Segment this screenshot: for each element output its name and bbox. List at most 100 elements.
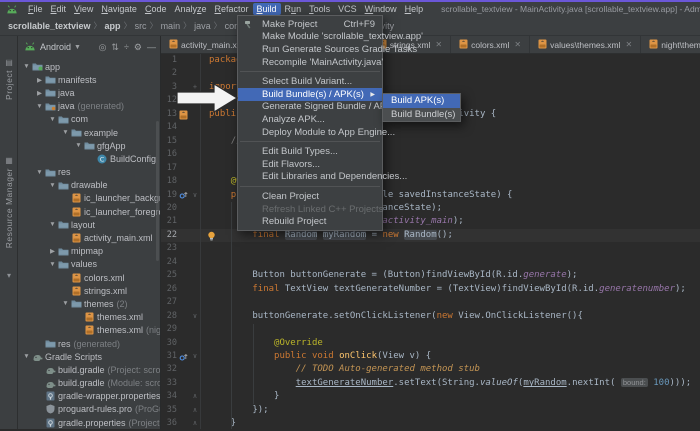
chevron-down-icon[interactable]: ▼ <box>35 103 44 110</box>
menu-item-run-generate-sources-gradle-tasks[interactable]: Run Generate Sources Gradle Tasks <box>238 43 417 56</box>
chevron-down-icon[interactable]: ▼ <box>61 129 70 136</box>
chevron-down-icon[interactable]: ▼ <box>48 116 57 123</box>
code-line[interactable]: 24 <box>161 255 700 270</box>
tree-item-mipmap[interactable]: ▶ mipmap <box>18 245 160 258</box>
menubar-item-edit[interactable]: Edit <box>47 3 71 15</box>
chevron-right-icon[interactable]: ▶ <box>48 247 57 255</box>
menubar-item-refactor[interactable]: Refactor <box>211 3 253 15</box>
tree-item-com[interactable]: ▼ com <box>18 113 160 126</box>
tree-item-ic-launcher-foreground-xml[interactable]: ic_launcher_foreground.xml <box>18 205 160 218</box>
overriding-method-icon[interactable] <box>177 190 190 200</box>
tree-item-themes-xml-night[interactable]: themes.xml(night) <box>18 324 160 337</box>
tree-scrollbar[interactable] <box>156 121 159 261</box>
close-tab-icon[interactable]: ✕ <box>625 40 632 49</box>
tree-item-themes-xml[interactable]: themes.xml <box>18 311 160 324</box>
code-line[interactable]: 28 ∨ buttonGenerate.setOnClickListener(ne… <box>161 309 700 324</box>
tree-item-themes-2[interactable]: ▼ themes (2) <box>18 297 160 310</box>
tree-item-build-gradle-module-scrollable-textview-app[interactable]: build.gradle(Module: scrollable_textview… <box>18 377 160 390</box>
code-line[interactable]: 33 textGenerateNumber.setText(String.val… <box>161 376 700 391</box>
tree-item-colors-xml[interactable]: colors.xml <box>18 271 160 284</box>
code-line[interactable]: 25 Button buttonGenerate = (Button)findV… <box>161 269 700 283</box>
breadcrumb-item-java[interactable]: java <box>194 21 211 31</box>
tree-item-gradle-properties-project-properties[interactable]: gradle.properties(Project Properties) <box>18 416 160 429</box>
tree-item-values[interactable]: ▼ values <box>18 258 160 271</box>
fold-marker-icon[interactable]: ∨ <box>190 350 200 363</box>
tree-item-gfgapp[interactable]: ▼ gfgApp <box>18 139 160 152</box>
tree-item-manifests[interactable]: ▶ manifests <box>18 73 160 86</box>
menubar-item-window[interactable]: Window <box>361 3 401 15</box>
chevron-down-icon[interactable]: ▼ <box>74 44 81 51</box>
tree-item-res-generated[interactable]: res (generated) <box>18 337 160 350</box>
tool-window-button-project[interactable]: ▤ Project <box>0 58 18 100</box>
code-line[interactable]: 30 @Override <box>161 336 700 350</box>
menubar-item-run[interactable]: Run <box>281 3 306 15</box>
tree-item-gradle-wrapper-properties-gradle-version[interactable]: gradle-wrapper.properties(Gradle Version… <box>18 390 160 403</box>
tree-item-ic-launcher-background-xml[interactable]: ic_launcher_background.xml <box>18 192 160 205</box>
menu-item-generate-signed-bundle-apk[interactable]: Generate Signed Bundle / APK... <box>238 101 400 114</box>
menu-item-rebuild-project[interactable]: Rebuild Project <box>238 215 382 228</box>
code-line[interactable]: 29 <box>161 323 700 337</box>
menu-item-edit-build-types[interactable]: Edit Build Types... <box>238 145 382 158</box>
menu-item-make-module-scrollable-textview-app[interactable]: Make Module 'scrollable_textview.app' <box>238 31 423 44</box>
tree-item-proguard-rules-pro-proguard-rules-for-scrollable-textview[interactable]: proguard-rules.pro(ProGuard Rules for "s… <box>18 403 160 416</box>
chevron-down-icon[interactable]: ▼ <box>48 182 57 189</box>
tree-item-drawable[interactable]: ▼ drawable <box>18 179 160 192</box>
fold-marker-icon[interactable]: ∧ <box>190 404 200 417</box>
code-line[interactable]: 22 final Random myRandom = new Random(); <box>161 228 700 243</box>
tree-item-buildconfig[interactable]: C BuildConfig <box>18 152 160 165</box>
chevron-down-icon[interactable]: ▼ <box>61 300 70 307</box>
tree-item-java[interactable]: ▶ java <box>18 86 160 99</box>
menubar-item-view[interactable]: View <box>70 3 97 15</box>
chevron-down-icon[interactable]: ▼ <box>48 221 57 228</box>
fold-marker-icon[interactable]: ∧ <box>190 390 200 403</box>
chevron-down-icon[interactable]: ▼ <box>35 169 44 176</box>
menu-item-build-bundle-s-apk-s[interactable]: Build Bundle(s) / APK(s) ▶ <box>238 87 382 101</box>
tab-night-themes-xml[interactable]: night\themes.xml✕ <box>641 36 700 53</box>
menubar-item-navigate[interactable]: Navigate <box>97 3 141 15</box>
intention-lightbulb-icon[interactable] <box>207 231 216 241</box>
fold-marker-icon[interactable]: ∧ <box>190 417 200 429</box>
chevron-right-icon[interactable]: ▶ <box>35 89 44 97</box>
menu-item-edit-libraries-and-dependencies[interactable]: Edit Libraries and Dependencies... <box>238 171 407 184</box>
code-line[interactable]: 26 final TextView textGenerateNumber = (… <box>161 282 700 297</box>
menu-item-deploy-module-to-app-engine[interactable]: Deploy Module to App Engine... <box>238 126 395 139</box>
tree-item-strings-xml[interactable]: strings.xml <box>18 284 160 297</box>
menu-item-analyze-apk[interactable]: Analyze APK... <box>238 113 382 126</box>
code-line[interactable]: 36 ∧ } <box>161 417 700 429</box>
menubar-item-analyze[interactable]: Analyze <box>170 3 210 15</box>
tab-colors-xml[interactable]: colors.xml ✕ <box>451 36 531 53</box>
breadcrumb-item-app[interactable]: app <box>105 21 121 31</box>
tab-values-themes-xml[interactable]: values\themes.xml ✕ <box>530 36 642 53</box>
menubar-item-file[interactable]: File <box>24 3 47 15</box>
menu-item-clean-project[interactable]: Clean Project <box>238 190 382 203</box>
tree-item-build-gradle-project-scrollable-textview[interactable]: build.gradle(Project: scrollable_textvie… <box>18 363 160 376</box>
code-line[interactable]: 32 // TODO Auto-generated method stub <box>161 363 700 377</box>
menu-item-recompile-mainactivity-java[interactable]: Recompile 'MainActivity.java' <box>238 56 383 69</box>
code-line[interactable]: 23 <box>161 242 700 256</box>
menu-item-select-build-variant[interactable]: Select Build Variant... <box>238 75 382 88</box>
menubar-item-code[interactable]: Code <box>141 3 171 15</box>
fold-marker-icon[interactable]: ∨ <box>190 189 200 202</box>
settings-icon[interactable]: ⚙ <box>134 42 142 52</box>
hide-panel-icon[interactable]: — <box>147 42 156 52</box>
code-line[interactable]: 27 <box>161 296 700 310</box>
chevron-down-icon[interactable]: ▼ <box>22 353 31 360</box>
menubar-item-build[interactable]: Build <box>252 3 281 15</box>
tree-item-example[interactable]: ▼ example <box>18 126 160 139</box>
project-view-selector[interactable]: Android <box>40 42 71 52</box>
menubar-item-vcs[interactable]: VCS <box>334 3 361 15</box>
close-tab-icon[interactable]: ✕ <box>514 40 521 49</box>
collapse-all-icon[interactable]: ÷ <box>124 42 129 52</box>
select-opened-file-icon[interactable]: ◎ <box>99 42 107 52</box>
menubar-item-tools[interactable]: Tools <box>305 3 334 15</box>
favorites-icon[interactable]: ▾ <box>0 271 18 280</box>
chevron-down-icon[interactable]: ▼ <box>74 142 83 149</box>
breadcrumb-item-main[interactable]: main <box>161 21 181 31</box>
menubar-item-help[interactable]: Help <box>401 3 428 15</box>
overriding-method-icon[interactable] <box>177 352 190 362</box>
tree-item-activity-main-xml[interactable]: activity_main.xml <box>18 231 160 244</box>
submenu-item-build-bundle-s[interactable]: Build Bundle(s) <box>383 108 460 122</box>
tree-item-res[interactable]: ▼ res <box>18 166 160 179</box>
tool-window-button-resource-manager[interactable]: ▦ Resource Manager <box>0 156 18 248</box>
tree-item-layout[interactable]: ▼ layout <box>18 218 160 231</box>
